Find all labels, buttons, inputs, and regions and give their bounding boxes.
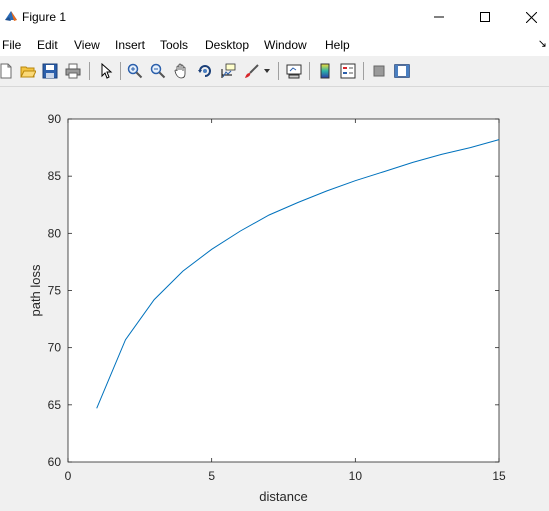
brush-dropdown[interactable] xyxy=(262,61,272,81)
matlab-icon xyxy=(5,11,17,21)
menu-desktop[interactable]: Desktop xyxy=(205,38,249,52)
line-chart[interactable]: 0 5 10 15 60 65 70 75 80 85 90 distance path loss xyxy=(0,87,549,508)
close-button[interactable] xyxy=(508,0,549,34)
link-plot-icon xyxy=(286,64,302,79)
brush-button[interactable] xyxy=(242,61,262,81)
zoom-in-icon xyxy=(127,63,143,79)
y-axis-label: path loss xyxy=(28,264,43,317)
zoom-out-button[interactable] xyxy=(148,61,168,81)
show-plot-tools-button[interactable] xyxy=(392,61,412,81)
legend-button[interactable] xyxy=(338,61,358,81)
x-tick-label: 15 xyxy=(492,469,506,483)
menu-tools[interactable]: Tools xyxy=(160,38,188,52)
colorbar-icon xyxy=(320,63,330,79)
data-cursor-button[interactable] xyxy=(218,61,238,81)
toolbar-separator xyxy=(120,62,121,80)
close-icon xyxy=(525,11,537,23)
pan-button[interactable] xyxy=(171,61,191,81)
rotate-3d-button[interactable] xyxy=(195,61,215,81)
y-tick-label: 90 xyxy=(48,112,62,126)
pointer-icon xyxy=(101,63,113,79)
pointer-button[interactable] xyxy=(95,61,115,81)
y-tick-label: 60 xyxy=(48,455,62,469)
print-button[interactable] xyxy=(63,61,83,81)
maximize-button[interactable] xyxy=(462,0,508,34)
menu-file[interactable]: File xyxy=(2,38,21,52)
menu-window[interactable]: Window xyxy=(264,38,307,52)
y-tick-label: 70 xyxy=(48,341,62,355)
show-plot-tools-icon xyxy=(394,64,410,78)
rotate-3d-icon xyxy=(198,65,211,77)
hide-plot-tools-icon xyxy=(373,65,385,77)
title-bar: Figure 1 xyxy=(0,0,549,34)
y-tick-label: 85 xyxy=(48,169,62,183)
menu-bar: File Edit View Insert Tools Desktop Wind… xyxy=(0,34,549,56)
open-file-icon xyxy=(20,66,36,78)
x-axis-label: distance xyxy=(259,489,307,504)
brush-icon xyxy=(245,64,259,78)
menu-help[interactable]: Help xyxy=(325,38,350,52)
toolbar-separator xyxy=(309,62,310,80)
menu-view[interactable]: View xyxy=(74,38,100,52)
new-figure-button[interactable] xyxy=(0,61,16,81)
dock-arrow-icon[interactable]: ↘ xyxy=(538,37,547,50)
save-icon xyxy=(42,63,58,79)
toolbar-separator xyxy=(363,62,364,80)
x-tick-label: 10 xyxy=(349,469,363,483)
zoom-out-icon xyxy=(150,63,166,79)
x-tick-label: 5 xyxy=(208,469,215,483)
axes-background xyxy=(68,119,499,462)
figure-canvas: 0 5 10 15 60 65 70 75 80 85 90 distance path loss xyxy=(0,87,549,508)
toolbar-separator xyxy=(89,62,90,80)
y-tick-label: 80 xyxy=(48,226,62,240)
y-tick-label: 65 xyxy=(48,398,62,412)
save-button[interactable] xyxy=(40,61,60,81)
legend-icon xyxy=(340,63,356,79)
open-file-button[interactable] xyxy=(18,61,38,81)
data-cursor-icon xyxy=(221,63,236,78)
zoom-in-button[interactable] xyxy=(125,61,145,81)
pan-icon xyxy=(174,63,186,79)
menu-edit[interactable]: Edit xyxy=(37,38,58,52)
menu-insert[interactable]: Insert xyxy=(115,38,145,52)
x-tick-label: 0 xyxy=(65,469,72,483)
new-figure-icon xyxy=(0,63,12,79)
maximize-icon xyxy=(480,12,490,22)
print-icon xyxy=(65,63,81,79)
figure-toolbar xyxy=(0,56,549,87)
colorbar-button[interactable] xyxy=(315,61,335,81)
y-tick-label: 75 xyxy=(48,284,62,298)
minimize-icon xyxy=(434,16,444,18)
toolbar-separator xyxy=(278,62,279,80)
hide-plot-tools-button[interactable] xyxy=(369,61,389,81)
minimize-button[interactable] xyxy=(416,0,462,34)
window-title: Figure 1 xyxy=(22,10,67,24)
link-plot-button[interactable] xyxy=(284,61,304,81)
chevron-down-icon xyxy=(264,69,270,73)
